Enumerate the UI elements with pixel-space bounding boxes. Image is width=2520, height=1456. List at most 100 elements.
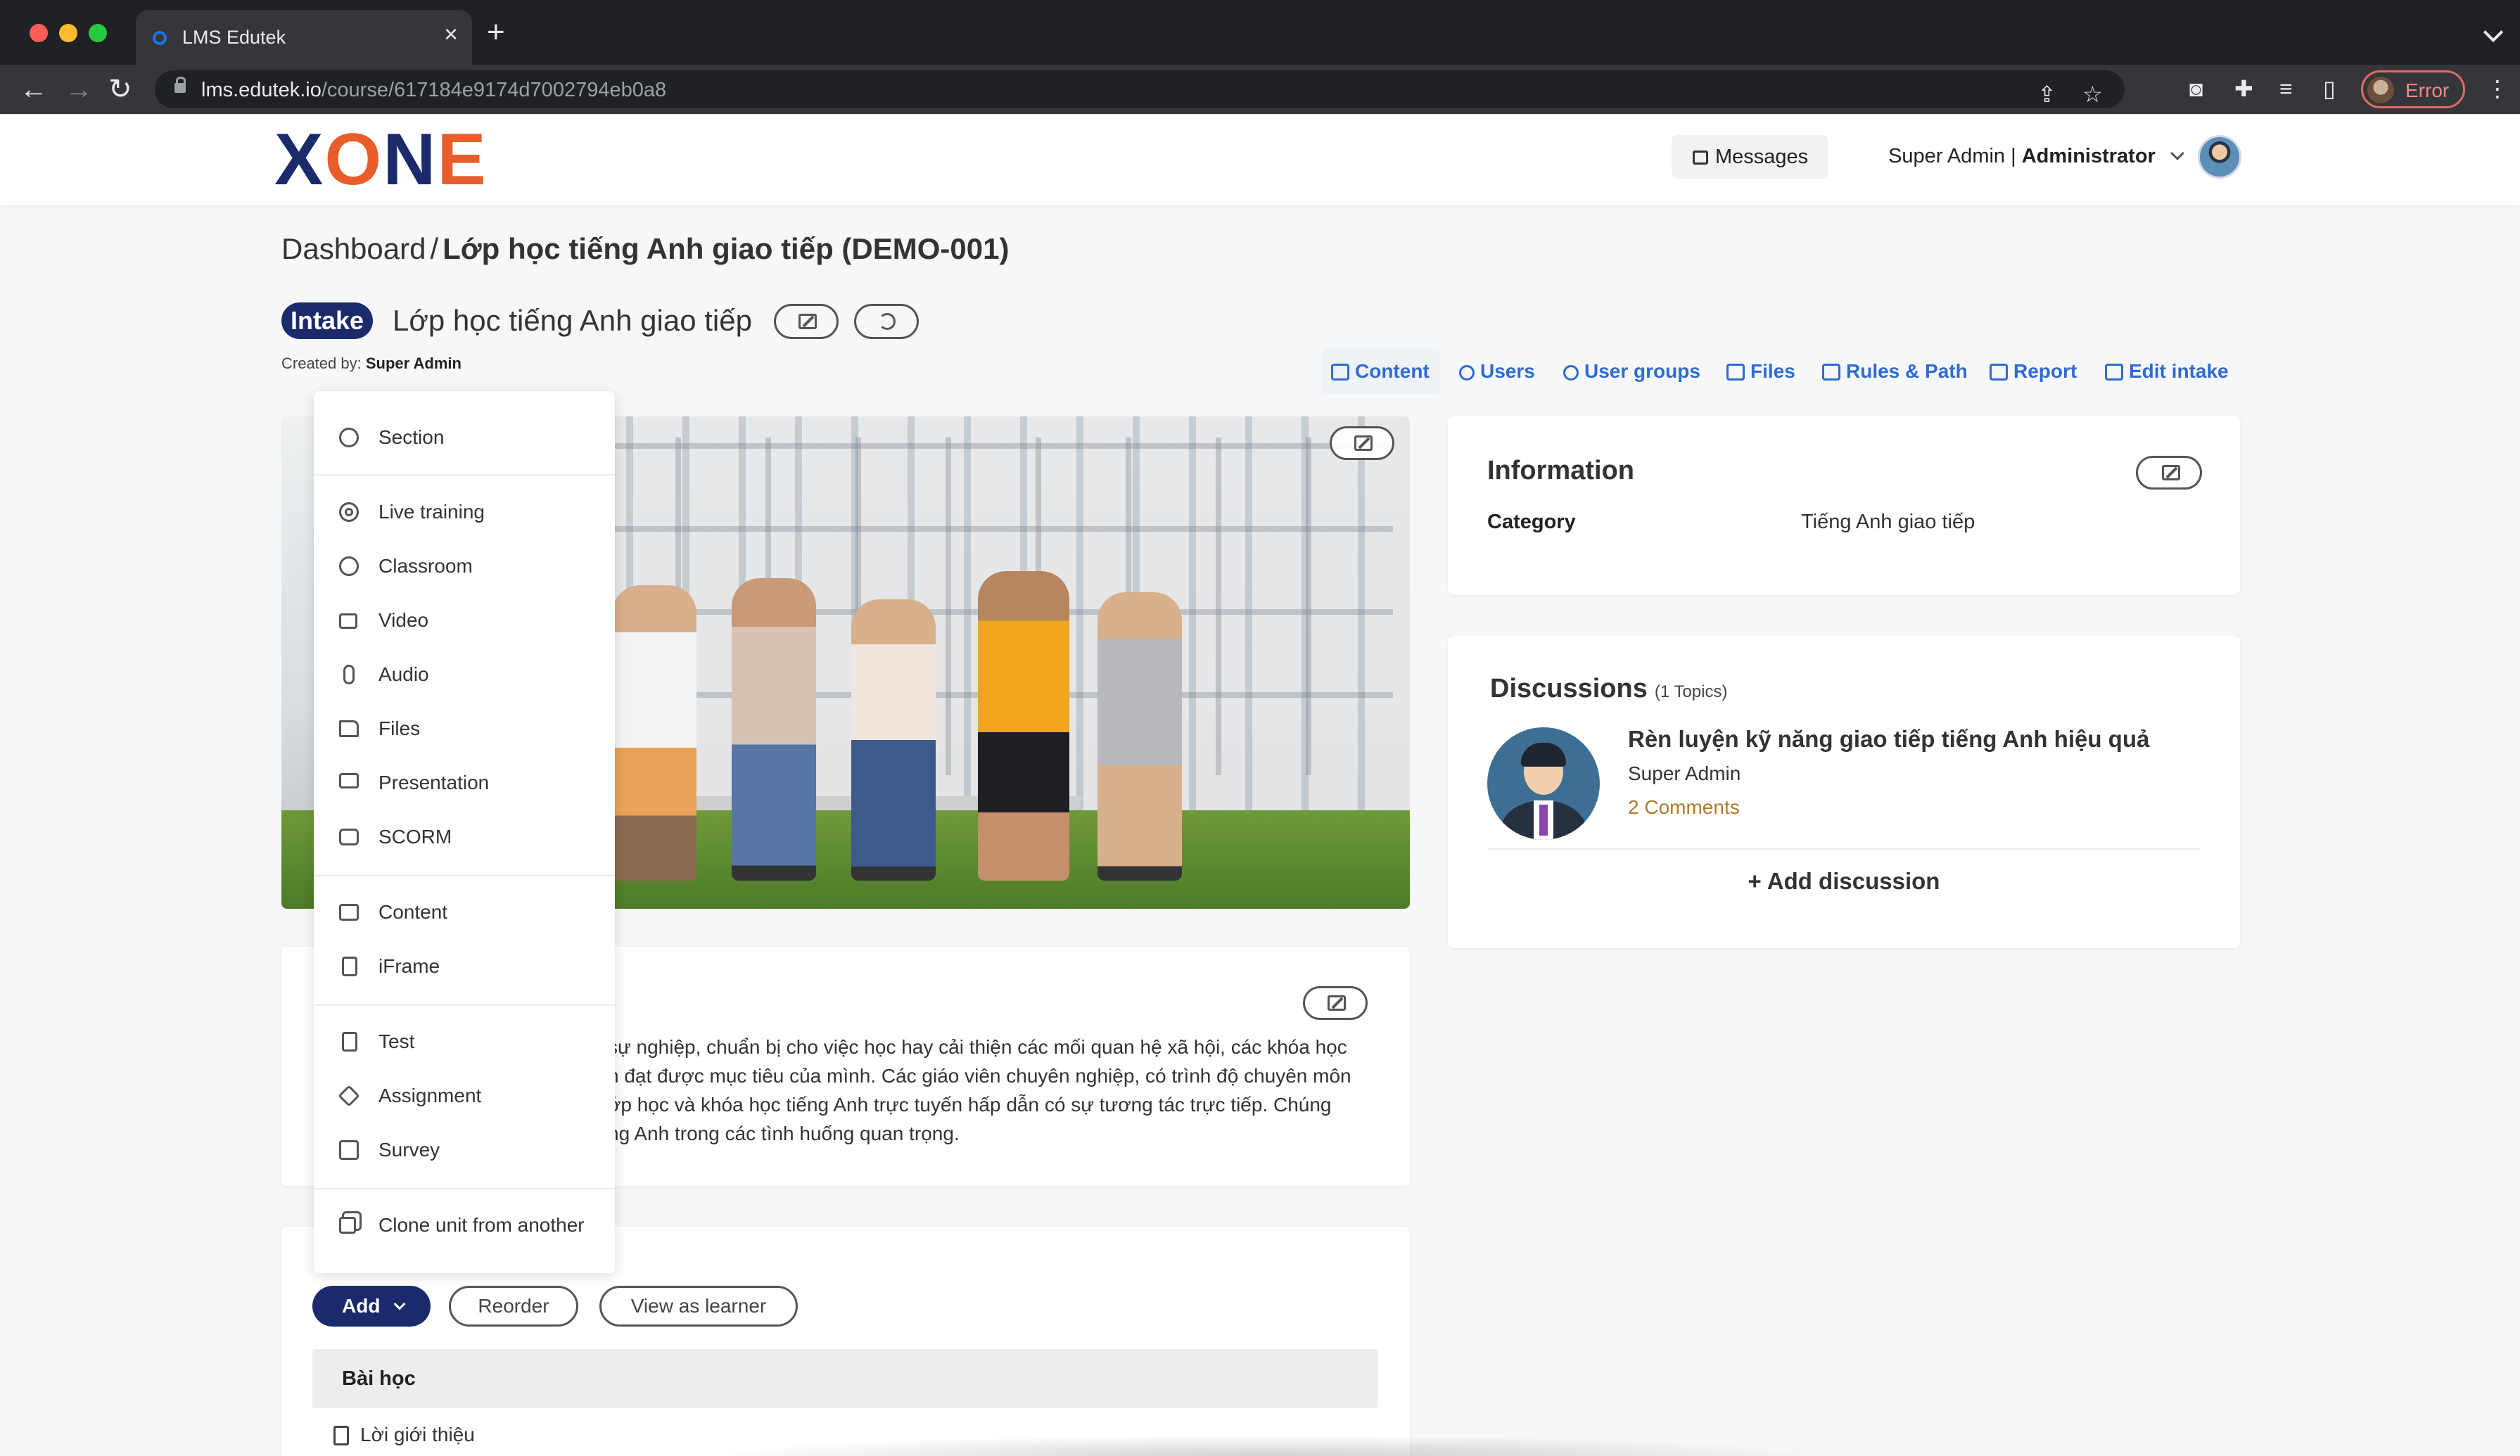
window-minimize-button[interactable]: [59, 24, 77, 42]
discussions-count: (1 Topics): [1654, 682, 1728, 701]
edit-cover-button[interactable]: [1330, 426, 1394, 460]
reset-button[interactable]: [854, 304, 919, 339]
tab-user-groups[interactable]: User groups: [1563, 349, 1700, 394]
menu-item-survey[interactable]: Survey: [314, 1129, 615, 1171]
browser-menu-icon[interactable]: ⋮: [2486, 75, 2509, 103]
window-close-button[interactable]: [30, 24, 48, 42]
intake-badge: Intake: [281, 302, 373, 339]
extensions-puzzle-icon[interactable]: ✚: [2234, 75, 2253, 103]
back-arrow-icon[interactable]: ←: [20, 70, 48, 108]
xone-logo[interactable]: XONE: [274, 120, 488, 200]
created-by-name: Super Admin: [365, 355, 462, 372]
menu-item-label: Clone unit from another: [378, 1214, 585, 1236]
menu-item-presentation[interactable]: Presentation: [314, 762, 615, 804]
menu-item-content[interactable]: Content: [314, 891, 615, 933]
tab-users[interactable]: Users: [1459, 349, 1535, 394]
chevron-down-icon: [393, 1298, 406, 1310]
chevron-down-icon: [2170, 146, 2184, 160]
description-line: n đạt được mục tiêu của mình. Các giáo v…: [608, 1065, 1351, 1087]
address-bar[interactable]: lms.edutek.io/course/617184e9174d7002794…: [155, 70, 2125, 108]
breadcrumb-separator: /: [430, 232, 439, 265]
edit-description-button[interactable]: [1303, 986, 1368, 1020]
tab-edit-intake-label: Edit intake: [2129, 360, 2229, 382]
breadcrumb-current: Lớp học tiếng Anh giao tiếp (DEMO-001): [443, 232, 1010, 265]
url-text[interactable]: lms.edutek.io/course/617184e9174d7002794…: [201, 79, 666, 102]
information-card: Information Category Tiếng Anh giao tiếp: [1448, 416, 2240, 595]
reorder-button[interactable]: Reorder: [449, 1286, 578, 1327]
user-menu[interactable]: Super Admin | Administrator: [1888, 145, 2184, 168]
edit-title-button[interactable]: [774, 304, 839, 339]
discussion-topic-link[interactable]: Rèn luyện kỹ năng giao tiếp tiếng Anh hi…: [1628, 726, 2149, 753]
tab-user-groups-label: User groups: [1584, 360, 1700, 382]
menu-item-iframe[interactable]: iFrame: [314, 945, 615, 988]
avatar[interactable]: [2198, 135, 2241, 179]
created-by-label: Created by:: [281, 355, 362, 372]
description-line: ớp học và khóa học tiếng Anh trực tuyến …: [608, 1094, 1332, 1116]
forward-arrow-icon[interactable]: →: [65, 70, 93, 108]
tab-search-chevron-icon[interactable]: [2483, 22, 2504, 43]
window-maximize-button[interactable]: [89, 24, 107, 42]
description-line: ng Anh trong các tình huống quan trọng.: [608, 1123, 960, 1144]
add-discussion-button[interactable]: + Add discussion: [1448, 868, 2240, 895]
avatar-hair: [1521, 743, 1566, 767]
tab-title: LMS Edutek: [182, 27, 286, 48]
menu-item-label: Audio: [378, 663, 429, 685]
tab-users-label: Users: [1480, 360, 1535, 382]
user-separator: |: [2005, 145, 2022, 167]
view-as-learner-button[interactable]: View as learner: [599, 1286, 798, 1327]
discussion-comments-link[interactable]: 2 Comments: [1628, 796, 1740, 819]
menu-item-video[interactable]: Video: [314, 599, 615, 641]
menu-item-section[interactable]: Section: [314, 416, 615, 459]
message-square-icon: [1693, 151, 1708, 165]
discussions-title: Discussions (1 Topics): [1490, 674, 1727, 704]
divider: [314, 474, 615, 475]
menu-item-clone-unit[interactable]: Clone unit from another: [314, 1204, 615, 1246]
browser-tab[interactable]: LMS Edutek ×: [136, 10, 472, 65]
profile-error-button[interactable]: Error: [2361, 70, 2465, 108]
list-item[interactable]: Lời giới thiệu: [333, 1424, 475, 1446]
share-icon[interactable]: ⇪: [2037, 80, 2056, 108]
menu-item-classroom[interactable]: Classroom: [314, 545, 615, 587]
profile-avatar: [2367, 77, 2394, 103]
site-header: XONE Messages Super Admin | Administrato…: [0, 114, 2520, 205]
menu-item-audio[interactable]: Audio: [314, 653, 615, 696]
messages-button[interactable]: Messages: [1672, 135, 1828, 179]
menu-item-assignment[interactable]: Assignment: [314, 1075, 615, 1117]
menu-item-label: Classroom: [378, 555, 473, 577]
tab-rules-path-label: Rules & Path: [1846, 360, 1968, 382]
add-unit-button[interactable]: Add: [312, 1286, 431, 1327]
edit-information-button[interactable]: [2136, 456, 2202, 490]
tab-edit-intake[interactable]: Edit intake: [2105, 349, 2229, 394]
tab-content[interactable]: Content: [1321, 349, 1439, 394]
menu-item-files[interactable]: Files: [314, 708, 615, 750]
user-icon: [1459, 365, 1475, 381]
reload-icon[interactable]: ↻: [108, 70, 132, 108]
tab-rules-path[interactable]: Rules & Path: [1822, 349, 1968, 394]
menu-item-test[interactable]: Test: [314, 1021, 615, 1063]
undo-icon: [879, 313, 896, 330]
student-figure: [851, 599, 936, 881]
add-unit-dropdown: Section Live training Classroom Video Au…: [314, 391, 615, 1273]
tab-files-label: Files: [1750, 360, 1795, 382]
side-panel-icon[interactable]: ▯: [2323, 75, 2336, 103]
bookmark-star-icon[interactable]: ☆: [2082, 80, 2103, 108]
lesson-item-label: Lời giới thiệu: [360, 1424, 475, 1445]
menu-item-scorm[interactable]: SCORM: [314, 816, 615, 858]
tab-files[interactable]: Files: [1726, 349, 1795, 394]
new-tab-button[interactable]: +: [487, 17, 505, 48]
discussions-card: Discussions (1 Topics) Rèn luyện kỹ năng …: [1448, 636, 2240, 948]
screen: LMS Edutek × + ← → ↻ lms.edutek.io/cours…: [0, 0, 2520, 1456]
breadcrumb-dashboard[interactable]: Dashboard: [281, 232, 426, 265]
media-queue-icon[interactable]: ≡: [2279, 75, 2293, 103]
divider: [1487, 848, 2201, 850]
lesson-group-header[interactable]: Bài học: [312, 1349, 1377, 1408]
menu-item-label: Test: [378, 1030, 415, 1052]
tab-close-icon[interactable]: ×: [444, 23, 458, 46]
inbox-icon: [339, 829, 359, 845]
folder-icon: [1726, 364, 1745, 381]
menu-item-label: Section: [378, 426, 445, 448]
tab-report[interactable]: Report: [1990, 349, 2077, 394]
menu-item-live-training[interactable]: Live training: [314, 491, 615, 533]
tab-content-label: Content: [1355, 360, 1430, 382]
camera-icon[interactable]: ◙: [2189, 75, 2203, 103]
